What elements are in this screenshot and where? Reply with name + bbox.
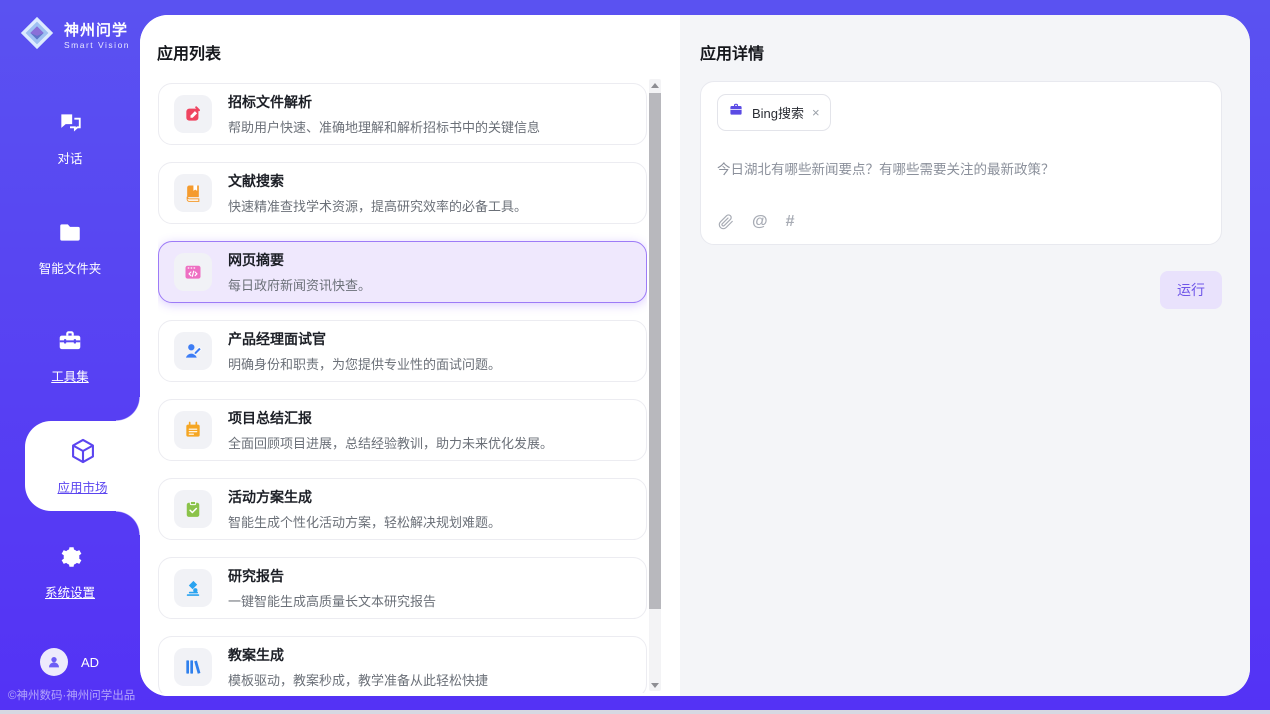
tool-chip-bing-search[interactable]: Bing搜索 × [717,94,831,131]
app-name: 活动方案生成 [228,487,501,507]
app-card-web-summary[interactable]: 网页摘要 每日政府新闻资讯快查。 [158,241,647,303]
app-detail-panel: 应用详情 Bing搜索 × 今日湖北有哪些新闻要点？有哪些需要关注的最新政策？ [680,15,1250,696]
app-card-pm-interviewer[interactable]: 产品经理面试官 明确身份和职责，为您提供专业性的面试问题。 [158,320,647,382]
sidebar-item-label: 系统设置 [0,582,140,601]
interviewer-icon [174,332,212,370]
brand-name: 神州问学 [64,22,128,39]
mention-icon[interactable]: @ [752,213,768,231]
sidebar-item-settings[interactable]: 系统设置 [0,544,140,601]
scroll-down-button[interactable] [649,679,661,691]
app-name: 网页摘要 [228,250,371,270]
app-list-panel: 应用列表 招标文件解析 帮助用户快速、准确地理解和解析招标书中的关键信息 [140,15,680,696]
app-desc: 智能生成个性化活动方案，轻松解决规划难题。 [228,512,501,531]
sidebar-item-chat[interactable]: 对话 [0,110,140,167]
sidebar-item-app-market[interactable]: 应用市场 [25,421,140,511]
app-name: 研究报告 [228,566,436,586]
prompt-input-card[interactable]: Bing搜索 × 今日湖北有哪些新闻要点？有哪些需要关注的最新政策？ @ # [700,81,1222,245]
app-card-literature-search[interactable]: 文献搜索 快速精准查找学术资源，提高研究效率的必备工具。 [158,162,647,224]
user-account[interactable]: AD [40,648,99,676]
toolbox-icon [57,341,83,358]
app-desc: 帮助用户快速、准确地理解和解析招标书中的关键信息 [228,117,540,136]
app-desc: 快速精准查找学术资源，提高研究效率的必备工具。 [228,196,527,215]
sidebar-item-label: 智能文件夹 [0,258,140,277]
app-card-lesson-plan[interactable]: 教案生成 模板驱动，教案秒成，教学准备从此轻松快捷 [158,636,647,693]
scroll-up-button[interactable] [649,79,661,91]
prompt-text[interactable]: 今日湖北有哪些新闻要点？有哪些需要关注的最新政策？ [717,158,1205,178]
clipboard-check-icon [174,490,212,528]
attachment-toolbar: @ # [718,213,795,231]
run-button[interactable]: 运行 [1160,271,1222,309]
sidebar: 神州问学 Smart Vision 对话 智能文件夹 [0,0,140,714]
app-name: 项目总结汇报 [228,408,553,428]
books-icon [174,648,212,686]
sidebar-item-toolbox[interactable]: 工具集 [0,328,140,385]
tool-chip-label: Bing搜索 [752,103,804,122]
gear-icon [57,557,83,574]
app-desc: 模板驱动，教案秒成，教学准备从此轻松快捷 [228,670,488,689]
microscope-icon [174,569,212,607]
run-row: 运行 [700,271,1222,309]
close-icon[interactable]: × [812,106,820,119]
app-list-title: 应用列表 [157,40,221,64]
bottom-edge-strip [0,710,1270,714]
calendar-icon [174,411,212,449]
brand-tagline: Smart Vision [64,40,130,50]
hash-icon[interactable]: # [786,213,795,231]
user-name: AD [81,655,99,670]
chat-icon [57,123,83,140]
paperclip-icon[interactable] [718,214,734,230]
sidebar-item-label: 对话 [0,148,140,167]
app-desc: 明确身份和职责，为您提供专业性的面试问题。 [228,354,501,373]
app-root: 神州问学 Smart Vision 对话 智能文件夹 [0,0,1270,714]
scrollbar-thumb[interactable] [649,93,661,609]
app-card-bid-parsing[interactable]: 招标文件解析 帮助用户快速、准确地理解和解析招标书中的关键信息 [158,83,647,145]
app-desc: 全面回顾项目进展，总结经验教训，助力未来优化发展。 [228,433,553,452]
avatar [40,648,68,676]
app-desc: 每日政府新闻资讯快查。 [228,275,371,294]
book-icon [174,174,212,212]
app-name: 招标文件解析 [228,92,540,112]
app-list-scrollbar[interactable] [649,79,661,691]
cube-icon [69,437,97,470]
app-card-event-plan[interactable]: 活动方案生成 智能生成个性化活动方案，轻松解决规划难题。 [158,478,647,540]
app-desc: 一键智能生成高质量长文本研究报告 [228,591,436,610]
folder-icon [57,233,83,250]
document-edit-icon [174,95,212,133]
sidebar-item-label: 工具集 [0,366,140,385]
app-card-project-summary[interactable]: 项目总结汇报 全面回顾项目进展，总结经验教训，助力未来优化发展。 [158,399,647,461]
browser-code-icon [174,253,212,291]
sidebar-item-label: 应用市场 [57,477,107,496]
briefcase-icon [728,102,744,123]
app-detail-title: 应用详情 [700,40,1222,64]
brand-logo: 神州问学 Smart Vision [18,14,130,57]
main-panel: 应用列表 招标文件解析 帮助用户快速、准确地理解和解析招标书中的关键信息 [140,15,1250,696]
app-name: 文献搜索 [228,171,527,191]
sidebar-item-folders[interactable]: 智能文件夹 [0,220,140,277]
app-name: 教案生成 [228,645,488,665]
app-card-research-report[interactable]: 研究报告 一键智能生成高质量长文本研究报告 [158,557,647,619]
diamond-logo-icon [18,14,56,57]
copyright-footer: ©神州数码·神州问学出品 [8,687,135,703]
app-name: 产品经理面试官 [228,329,501,349]
app-list: 招标文件解析 帮助用户快速、准确地理解和解析招标书中的关键信息 文献搜索 [158,83,647,693]
